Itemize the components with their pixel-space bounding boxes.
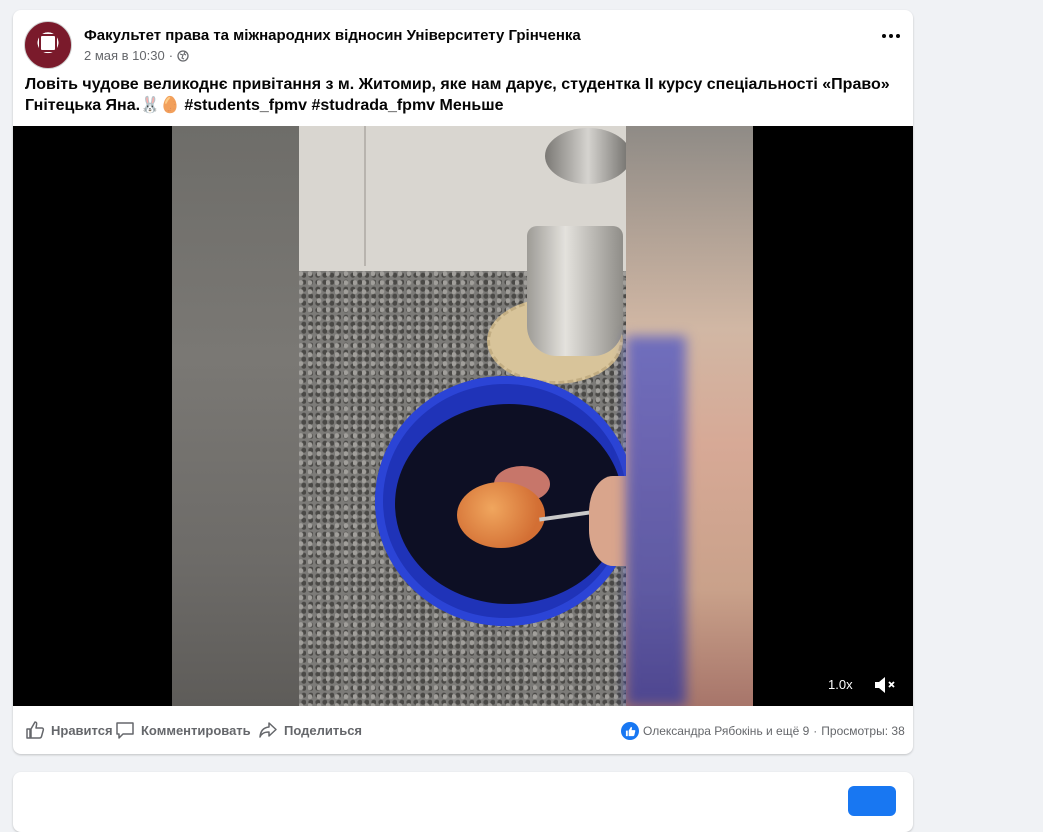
mute-icon[interactable]	[873, 674, 899, 696]
reactions-people-link[interactable]: Олександра Рябокінь и ещё 9	[643, 724, 809, 738]
next-post-button[interactable]	[848, 786, 896, 816]
page-name-link[interactable]: Факультет права та міжнародних відносин …	[84, 27, 581, 44]
video-player[interactable]: 1.0x	[13, 126, 913, 706]
page-avatar[interactable]	[24, 21, 72, 69]
meta-separator: ·	[168, 48, 174, 63]
reactions-summary: Олександра Рябокінь и ещё 9 · Просмотры:…	[621, 722, 905, 740]
post-text: Ловіть чудове великоднє привітання з м. …	[25, 76, 890, 114]
video-scene	[299, 126, 626, 706]
share-button[interactable]: Поделиться	[258, 720, 362, 740]
comment-button-label: Комментировать	[141, 722, 251, 738]
views-count: Просмотры: 38	[821, 724, 905, 738]
like-button-label: Нравится	[51, 722, 113, 738]
playback-speed-button[interactable]: 1.0x	[828, 677, 853, 692]
next-post-card	[13, 772, 913, 832]
like-reaction-icon[interactable]	[621, 722, 639, 740]
share-icon	[259, 722, 277, 738]
like-icon	[26, 721, 45, 739]
video-frame	[172, 126, 753, 706]
comment-icon	[116, 722, 134, 739]
share-button-label: Поделиться	[284, 722, 363, 738]
post-header: Факультет права та міжнародних відносин …	[13, 10, 913, 74]
like-button[interactable]: Нравится	[25, 720, 113, 740]
more-icon[interactable]	[873, 26, 909, 46]
egg	[457, 482, 545, 548]
post-card: Факультет права та міжнародних відносин …	[13, 10, 913, 754]
post-meta: 2 мая в 10:30 ·	[84, 48, 189, 63]
globe-icon	[177, 49, 189, 62]
comment-button[interactable]: Комментировать	[115, 720, 251, 740]
reactions-separator: ·	[813, 724, 818, 738]
post-date-link[interactable]: 2 мая в 10:30	[84, 48, 165, 63]
post-actions-bar: Нравится Комментировать Поделиться Олекс…	[13, 706, 913, 754]
